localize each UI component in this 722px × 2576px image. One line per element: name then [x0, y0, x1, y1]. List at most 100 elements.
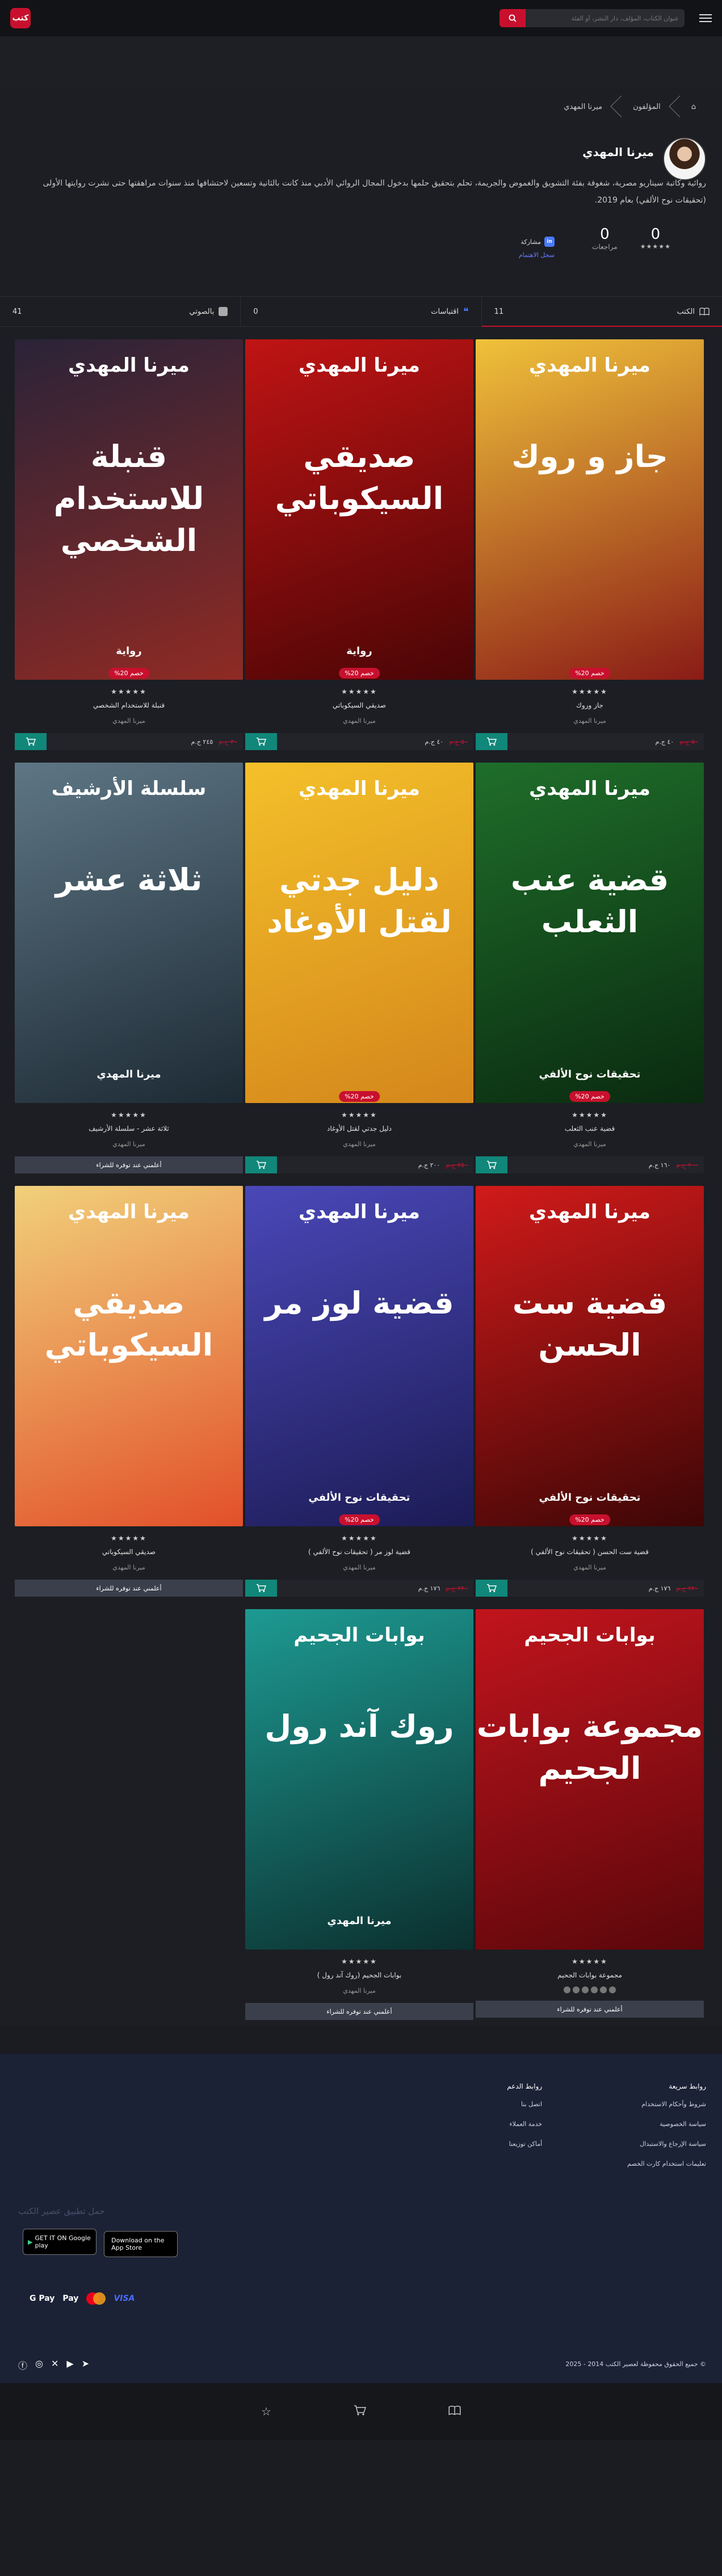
- play-icon: ▶: [28, 2238, 33, 2246]
- google-play-button[interactable]: ▶ GET IT ON Google play: [23, 2229, 96, 2255]
- notify-button[interactable]: أعلمني عند توفره للشراء: [476, 2001, 704, 2018]
- footer-link[interactable]: سياسة الإرجاع والاستبدال: [627, 2140, 706, 2148]
- book-title[interactable]: صديقي السيكوباتي: [333, 701, 386, 712]
- copyright: © جميع الحقوق محفوظة لعصير الكتب 2014 - …: [565, 2360, 706, 2368]
- book-title[interactable]: جاز وروك: [576, 701, 603, 712]
- author-avatar: [663, 137, 706, 180]
- youtube-icon[interactable]: ▶: [66, 2358, 73, 2372]
- book-card[interactable]: ميرنا المهدي صديقي السيكوباتي ★★★★★ صديقي ا…: [15, 1186, 243, 1597]
- add-to-cart-button[interactable]: [476, 1156, 507, 1173]
- site-logo[interactable]: كتب: [10, 8, 31, 28]
- book-title[interactable]: قضية عنب الثعلب: [565, 1125, 615, 1135]
- add-to-cart-button[interactable]: [245, 1156, 277, 1173]
- footer-support-links: روابط الدعم اتصل بنا خدمة العملاء أماكن …: [507, 2082, 542, 2180]
- reviews-stat: 0 مراجعات: [592, 226, 618, 251]
- book-title[interactable]: قضية لوز مر ( تحقيقات نوح الألفي ): [308, 1548, 410, 1558]
- add-to-cart-button[interactable]: [476, 733, 507, 750]
- book-card[interactable]: ميرنا المهدي قضية ست الحسن تحقيقات نوح الأ…: [476, 1186, 704, 1597]
- footer-link[interactable]: سياسة الخصوصية: [627, 2120, 706, 2128]
- book-cover[interactable]: ميرنا المهدي صديقي السيكوباتي: [15, 1186, 243, 1526]
- book-author[interactable]: ميرنا المهدي: [112, 1564, 145, 1573]
- book-author[interactable]: ميرنا المهدي: [343, 1987, 375, 1996]
- book-card[interactable]: ميرنا المهدي قنبلة للاستخدام الشخصي رواية خ…: [15, 339, 243, 750]
- book-cover[interactable]: ميرنا المهدي قضية لوز مر تحقيقات نوح الألف…: [245, 1186, 473, 1526]
- book-author[interactable]: ميرنا المهدي: [343, 1140, 375, 1150]
- telegram-icon[interactable]: ➤: [82, 2358, 89, 2372]
- notify-button[interactable]: أعلمني عند توفره للشراء: [15, 1156, 243, 1173]
- book-title[interactable]: دليل جدتي لقتل الأوغاد: [327, 1125, 392, 1135]
- book-cover[interactable]: سلسلة الأرشيف ثلاثة عشر ميرنا المهدي: [15, 763, 243, 1103]
- tab-audio[interactable]: بالصوتي 41: [0, 297, 240, 326]
- search-input[interactable]: [526, 9, 685, 27]
- app-store-label: Download on the App Store: [111, 2236, 165, 2251]
- x-icon[interactable]: ✕: [51, 2358, 58, 2372]
- book-title[interactable]: قضية ست الحسن ( تحقيقات نوح الألفي ): [531, 1548, 649, 1558]
- book-author[interactable]: ميرنا المهدي: [343, 1564, 375, 1573]
- new-price: ١٦٠ ج.م: [648, 1161, 671, 1169]
- footer-link[interactable]: اتصل بنا: [507, 2101, 542, 2108]
- book-rating: ★★★★★: [572, 1958, 608, 1965]
- book-cover[interactable]: ميرنا المهدي قضية عنب الثعلب تحقيقات نوح ا…: [476, 763, 704, 1103]
- book-cover[interactable]: ميرنا المهدي قنبلة للاستخدام الشخصي رواية خ…: [15, 339, 243, 680]
- facebook-icon[interactable]: ⓕ: [18, 2358, 27, 2372]
- menu-icon[interactable]: [699, 14, 712, 22]
- book-card[interactable]: ميرنا المهدي قضية لوز مر تحقيقات نوح الألف…: [245, 1186, 473, 1597]
- footer-link[interactable]: شروط وأحكام الاستخدام: [627, 2101, 706, 2108]
- book-title[interactable]: قنبلة للاستخدام الشخصي: [93, 701, 165, 712]
- price-bar: ٢٥٠ ج.م ٢٠٠ ج.م: [245, 1156, 473, 1173]
- follow-link[interactable]: سجل الاهتمام: [519, 251, 555, 259]
- book-card[interactable]: ميرنا المهدي صديقي السيكوباتي رواية خصم 20%…: [245, 339, 473, 750]
- cart-icon: [26, 737, 36, 746]
- app-store-button[interactable]: Download on the App Store: [104, 2230, 178, 2257]
- notify-button[interactable]: أعلمني عند توفره للشراء: [245, 2003, 473, 2020]
- book-card[interactable]: ميرنا المهدي جاز و روك خصم 20% ★★★★★ جاز ورو…: [476, 339, 704, 750]
- book-author[interactable]: ميرنا المهدي: [573, 1564, 606, 1573]
- add-to-cart-button[interactable]: [245, 1580, 277, 1597]
- book-card[interactable]: بوابات الجحيم روك آند رول ميرنا المهدي ★★★★…: [245, 1609, 473, 2020]
- book-author[interactable]: ميرنا المهدي: [573, 717, 606, 726]
- add-to-cart-button[interactable]: [245, 733, 277, 750]
- cover-author: ميرنا المهدي: [299, 777, 420, 800]
- author-stats: 0 ★★★★★ 0 مراجعات: [592, 226, 671, 251]
- nav-favorites-icon[interactable]: ☆: [261, 2405, 271, 2418]
- cart-icon: [257, 737, 266, 746]
- tab-quotes[interactable]: ❝ اقتباسات 0: [240, 297, 481, 326]
- book-cover[interactable]: ميرنا المهدي دليل جدتي لقتل الأوغاد خصم 20…: [245, 763, 473, 1103]
- cover-title: صديقي السيكوباتي: [44, 1285, 213, 1363]
- discount-badge: خصم 20%: [339, 668, 380, 679]
- bottom-nav: ☆: [0, 2383, 722, 2440]
- old-price: ٢٥٠ ج.م: [446, 1161, 468, 1169]
- notify-button[interactable]: أعلمني عند توفره للشراء: [15, 1580, 243, 1597]
- book-card[interactable]: سلسلة الأرشيف ثلاثة عشر ميرنا المهدي ★★★★★ ث…: [15, 763, 243, 1173]
- book-cover[interactable]: ميرنا المهدي صديقي السيكوباتي رواية خصم 20%: [245, 339, 473, 680]
- tab-quotes-count: 0: [253, 307, 258, 316]
- book-cover[interactable]: بوابات الجحيم مجموعة بوابات الجحيم: [476, 1609, 704, 1950]
- book-card[interactable]: بوابات الجحيم مجموعة بوابات الجحيم ★★★★★ مج…: [476, 1609, 704, 2020]
- add-to-cart-button[interactable]: [476, 1580, 507, 1597]
- book-author[interactable]: ميرنا المهدي: [573, 1140, 606, 1150]
- cover-author: ميرنا المهدي: [529, 354, 650, 377]
- book-title[interactable]: صديقي السيكوباتي: [102, 1548, 156, 1558]
- book-rating: ★★★★★: [341, 1958, 377, 1965]
- book-cover[interactable]: ميرنا المهدي جاز و روك خصم 20%: [476, 339, 704, 680]
- book-title[interactable]: بوابات الجحيم (روك آند رول ): [317, 1971, 401, 1981]
- book-cover[interactable]: ميرنا المهدي قضية ست الحسن تحقيقات نوح الأ…: [476, 1186, 704, 1526]
- book-title[interactable]: ثلاثة عشر - سلسلة الأرشيف: [89, 1125, 169, 1135]
- instagram-icon[interactable]: ◎: [35, 2358, 43, 2372]
- book-author[interactable]: ميرنا المهدي: [112, 717, 145, 726]
- nav-books-icon[interactable]: [448, 2405, 461, 2418]
- nav-cart-icon[interactable]: [354, 2405, 367, 2419]
- book-card[interactable]: ميرنا المهدي دليل جدتي لقتل الأوغاد خصم 20…: [245, 763, 473, 1173]
- book-author[interactable]: ميرنا المهدي: [112, 1140, 145, 1150]
- book-author[interactable]: ميرنا المهدي: [343, 717, 375, 726]
- footer-link[interactable]: تعليمات استخدام كارت الخصم: [627, 2160, 706, 2167]
- footer-link[interactable]: خدمة العملاء: [507, 2120, 542, 2128]
- book-title[interactable]: مجموعة بوابات الجحيم: [557, 1971, 622, 1981]
- search-button[interactable]: [499, 9, 526, 27]
- footer-link[interactable]: أماكن توزيعنا: [507, 2140, 543, 2148]
- book-card[interactable]: ميرنا المهدي قضية عنب الثعلب تحقيقات نوح ا…: [476, 763, 704, 1173]
- tab-books[interactable]: الكتب 11: [481, 297, 722, 327]
- share-button[interactable]: in مشاركة: [519, 237, 555, 247]
- add-to-cart-button[interactable]: [15, 733, 47, 750]
- book-cover[interactable]: بوابات الجحيم روك آند رول ميرنا المهدي: [245, 1609, 473, 1950]
